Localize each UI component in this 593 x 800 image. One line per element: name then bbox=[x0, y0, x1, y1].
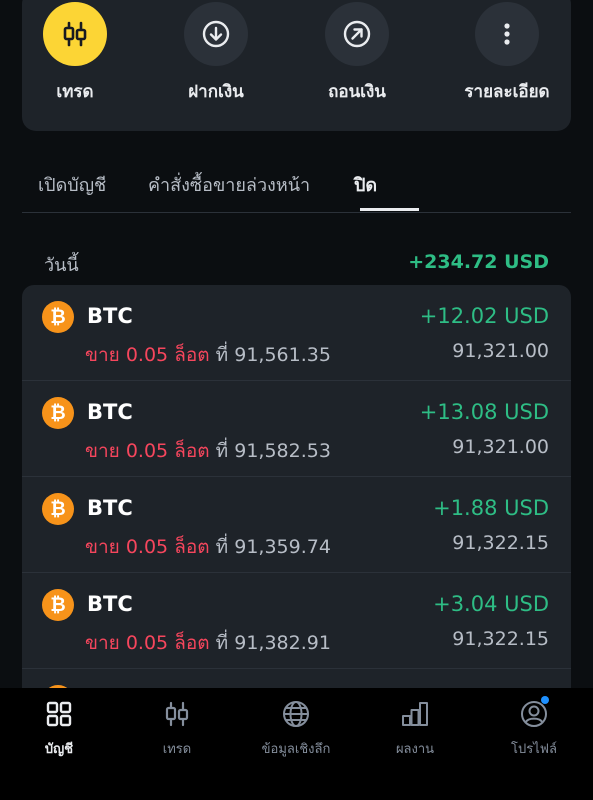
trade-detail: ขาย 0.05 ล็อต ที่ 91,582.53 bbox=[85, 436, 331, 466]
nav-account[interactable]: บัญชี bbox=[0, 698, 118, 759]
trade-symbol: BTC bbox=[87, 496, 133, 520]
trade-side: ขาย bbox=[85, 536, 120, 558]
today-total-pnl: +234.72 USD bbox=[408, 251, 549, 273]
nav-profile[interactable]: โปรไฟล์ bbox=[475, 696, 593, 759]
trade-detail: ขาย 0.05 ล็อต ที่ 91,359.74 bbox=[85, 532, 331, 562]
trade-pnl: +3.04 USD bbox=[433, 592, 549, 616]
trade-row[interactable]: ₿ BTC ขาย 0.05 ล็อต ที่ 91,582.53 +13.08… bbox=[22, 381, 571, 477]
trade-side: ขาย bbox=[85, 344, 120, 366]
trade-at: ที่ bbox=[215, 536, 229, 558]
bottom-navigation: บัญชี เทรด ข้อมูลเชิงลึก ผลงาน โปรไฟล์ bbox=[0, 688, 593, 800]
trade-lots: 0.05 bbox=[125, 440, 169, 462]
trade-lot-unit: ล็อต bbox=[174, 632, 210, 654]
trade-at: ที่ bbox=[215, 440, 229, 462]
withdraw-action-circle bbox=[325, 2, 389, 66]
today-label: วันนี้ bbox=[44, 255, 79, 276]
withdraw-action-button[interactable]: ถอนเงิน bbox=[292, 2, 422, 105]
trade-lot-unit: ล็อต bbox=[174, 440, 210, 462]
trade-symbol: BTC bbox=[87, 304, 133, 328]
more-vertical-icon bbox=[504, 23, 510, 45]
tab-pending-orders[interactable]: คำสั่งซื้อขายล่วงหน้า bbox=[148, 170, 310, 199]
nav-performance-label: ผลงาน bbox=[395, 742, 435, 757]
bitcoin-icon: ₿ bbox=[42, 397, 74, 429]
globe-icon bbox=[283, 701, 309, 727]
candlestick-icon bbox=[165, 701, 189, 727]
trade-lot-unit: ล็อต bbox=[174, 536, 210, 558]
tab-closed[interactable]: ปิด bbox=[354, 170, 377, 199]
candlestick-icon bbox=[63, 21, 87, 47]
trade-lots: 0.05 bbox=[125, 344, 169, 366]
trade-open-price: 91,382.91 bbox=[234, 632, 331, 654]
nav-trade-label: เทรด bbox=[162, 742, 192, 757]
trade-pnl: +13.08 USD bbox=[419, 400, 549, 424]
action-card: เทรด ฝากเงิน ถอนเงิน รายละเอียด bbox=[22, 0, 571, 131]
details-action-button[interactable]: รายละเอียด bbox=[442, 2, 572, 105]
withdraw-icon bbox=[343, 20, 371, 48]
trade-close-price: 91,321.00 bbox=[452, 436, 549, 458]
withdraw-action-label: ถอนเงิน bbox=[328, 82, 386, 102]
trade-open-price: 91,561.35 bbox=[234, 344, 331, 366]
tab-open-positions[interactable]: เปิดบัญชี bbox=[38, 170, 106, 199]
trade-open-price: 91,582.53 bbox=[234, 440, 331, 462]
nav-trade[interactable]: เทรด bbox=[118, 698, 236, 759]
deposit-action-button[interactable]: ฝากเงิน bbox=[151, 2, 281, 105]
details-action-circle bbox=[475, 2, 539, 66]
trade-detail: ขาย 0.05 ล็อต ที่ 91,382.91 bbox=[85, 628, 331, 658]
deposit-action-circle bbox=[184, 2, 248, 66]
deposit-icon bbox=[202, 20, 230, 48]
trade-row[interactable]: ₿ BTC ขาย 0.05 ล็อต ที่ 91,561.35 +12.02… bbox=[22, 285, 571, 381]
trade-pnl: +1.88 USD bbox=[433, 496, 549, 520]
trade-side: ขาย bbox=[85, 632, 120, 654]
details-action-label: รายละเอียด bbox=[464, 82, 550, 102]
trade-row[interactable]: ₿ BTC ขาย 0.05 ล็อต ที่ 91,359.74 +1.88 … bbox=[22, 477, 571, 573]
trade-close-price: 91,321.00 bbox=[452, 340, 549, 362]
trade-open-price: 91,359.74 bbox=[234, 536, 331, 558]
trade-action-button[interactable]: เทรด bbox=[10, 2, 140, 105]
active-tab-indicator bbox=[360, 208, 419, 211]
deposit-action-label: ฝากเงิน bbox=[188, 82, 244, 102]
trade-action-label: เทรด bbox=[56, 82, 94, 102]
trade-at: ที่ bbox=[215, 344, 229, 366]
nav-account-label: บัญชี bbox=[44, 742, 74, 757]
bitcoin-icon: ₿ bbox=[42, 301, 74, 333]
bitcoin-icon: ₿ bbox=[42, 589, 74, 621]
nav-insights[interactable]: ข้อมูลเชิงลึก bbox=[237, 698, 355, 759]
trade-at: ที่ bbox=[215, 632, 229, 654]
notification-dot bbox=[541, 696, 549, 704]
trade-lots: 0.05 bbox=[125, 632, 169, 654]
trade-symbol: BTC bbox=[87, 400, 133, 424]
bitcoin-icon: ₿ bbox=[42, 493, 74, 525]
closed-trades-list: ₿ BTC ขาย 0.05 ล็อต ที่ 91,561.35 +12.02… bbox=[22, 285, 571, 705]
trade-close-price: 91,322.15 bbox=[452, 628, 549, 650]
trade-lot-unit: ล็อต bbox=[174, 344, 210, 366]
trade-detail: ขาย 0.05 ล็อต ที่ 91,561.35 bbox=[85, 340, 331, 370]
trade-pnl: +12.02 USD bbox=[419, 304, 549, 328]
grid-icon bbox=[46, 701, 72, 727]
nav-insights-label: ข้อมูลเชิงลึก bbox=[261, 742, 331, 757]
trade-action-circle bbox=[43, 2, 107, 66]
bar-chart-icon bbox=[402, 702, 428, 726]
nav-performance[interactable]: ผลงาน bbox=[356, 698, 474, 759]
positions-tabs: เปิดบัญชี คำสั่งซื้อขายล่วงหน้า ปิด bbox=[22, 160, 571, 213]
trade-symbol: BTC bbox=[87, 592, 133, 616]
trade-lots: 0.05 bbox=[125, 536, 169, 558]
trade-close-price: 91,322.15 bbox=[452, 532, 549, 554]
trade-side: ขาย bbox=[85, 440, 120, 462]
nav-profile-label: โปรไฟล์ bbox=[511, 742, 557, 757]
trade-row[interactable]: ₿ BTC ขาย 0.05 ล็อต ที่ 91,382.91 +3.04 … bbox=[22, 573, 571, 669]
